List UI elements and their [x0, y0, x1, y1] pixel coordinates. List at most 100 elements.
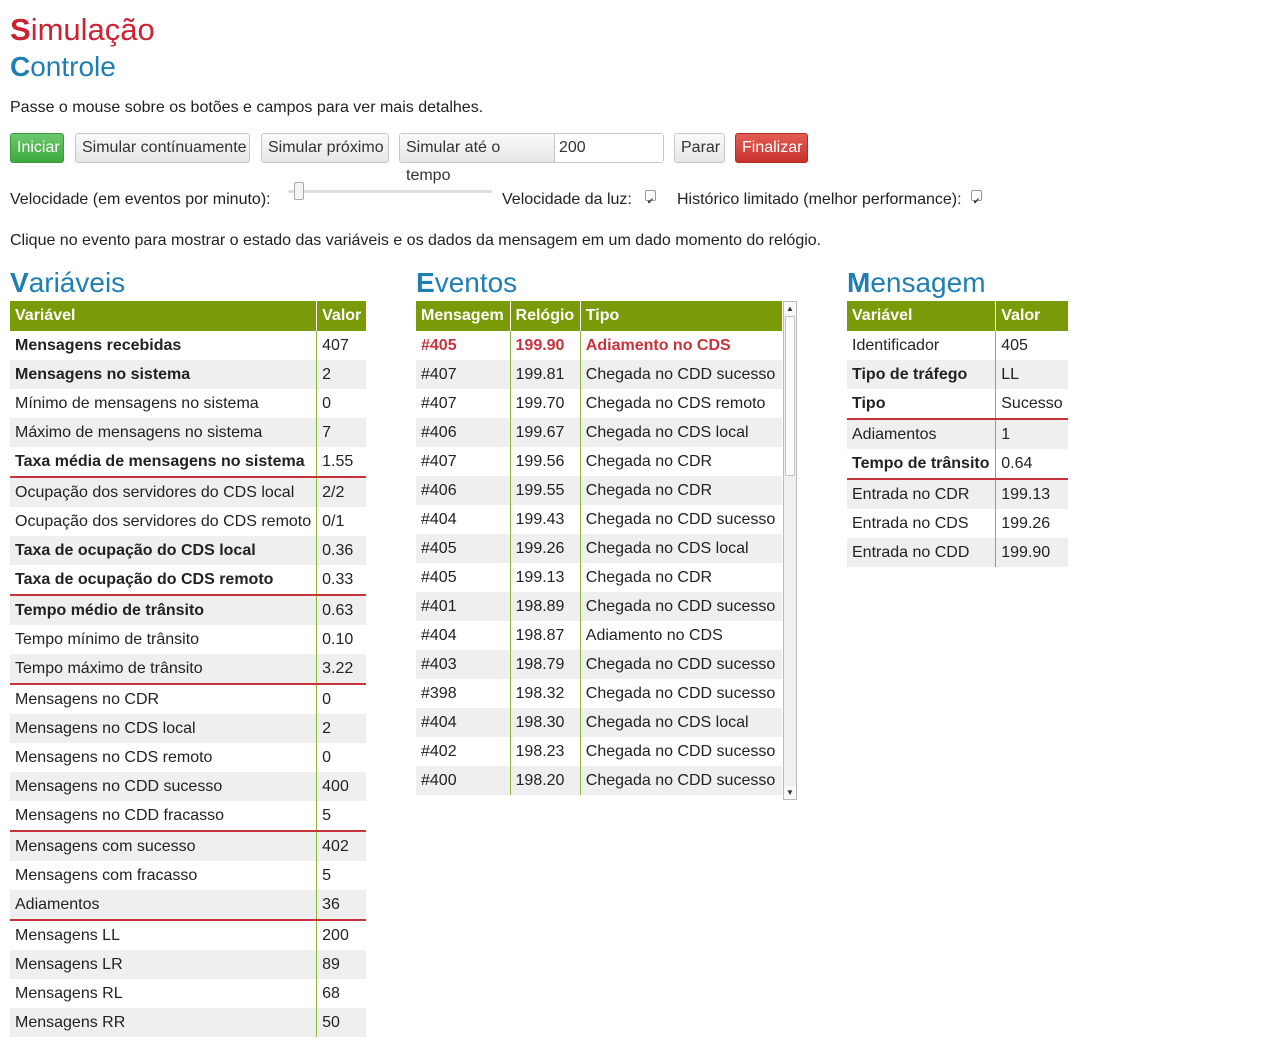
table-row: Mensagens RL 68 — [10, 979, 367, 1008]
event-row[interactable]: #407 199.56 Chegada no CDR — [416, 447, 782, 476]
row-value: 199.26 — [995, 509, 1068, 538]
row-label: Adiamentos — [10, 890, 317, 920]
events-title-initial: E — [416, 267, 435, 298]
speed-slider-handle[interactable] — [294, 182, 304, 200]
row-value: 0/1 — [316, 507, 367, 536]
row-value: 200 — [316, 919, 367, 950]
row-label: Tempo médio de trânsito — [10, 594, 317, 625]
event-msg: #403 — [416, 650, 511, 679]
table-row: Entrada no CDR 199.13 — [847, 478, 1068, 509]
row-label: Entrada no CDD — [847, 538, 996, 567]
event-msg: #404 — [416, 505, 511, 534]
row-label: Mensagens no sistema — [10, 360, 317, 389]
finish-button[interactable]: Finalizar — [735, 133, 808, 163]
event-type: Chegada no CDS local — [579, 708, 782, 737]
event-row[interactable]: #407 199.81 Chegada no CDD sucesso — [416, 360, 782, 389]
event-clock: 199.90 — [509, 331, 581, 360]
event-clock: 198.89 — [509, 592, 581, 621]
row-label: Mensagens recebidas — [10, 331, 317, 360]
event-row[interactable]: #400 198.20 Chegada no CDD sucesso — [416, 766, 782, 795]
page-title-initial: S — [10, 12, 31, 47]
event-row[interactable]: #405 199.26 Chegada no CDS local — [416, 534, 782, 563]
row-label: Identificador — [847, 331, 996, 360]
table-row: Tempo mínimo de trânsito 0.10 — [10, 625, 367, 654]
event-row[interactable]: #402 198.23 Chegada no CDD sucesso — [416, 737, 782, 766]
table-row: Ocupação dos servidores do CDS local 2/2 — [10, 476, 367, 507]
speed-label: Velocidade (em eventos por minuto): — [10, 191, 271, 208]
table-row: Mensagens no CDS local 2 — [10, 714, 367, 743]
event-clock: 199.56 — [509, 447, 581, 476]
scroll-up-icon[interactable]: ▲ — [784, 302, 796, 315]
simulate-next-button[interactable]: Simular próximo — [261, 133, 389, 163]
row-label: Taxa de ocupação do CDS remoto — [10, 565, 317, 595]
event-clock: 198.30 — [509, 708, 581, 737]
row-value: 1.55 — [316, 447, 367, 477]
event-msg: #402 — [416, 737, 511, 766]
stop-button[interactable]: Parar — [674, 133, 725, 163]
table-row: Taxa de ocupação do CDS local 0.36 — [10, 536, 367, 565]
row-label: Mensagens LR — [10, 950, 317, 979]
event-clock: 198.23 — [509, 737, 581, 766]
row-label: Mensagens no CDD fracasso — [10, 801, 317, 831]
event-type: Adiamento no CDS — [579, 331, 782, 360]
row-value: 3.22 — [316, 654, 367, 684]
message-title-initial: M — [847, 267, 871, 298]
events-hint: Clique no evento para mostrar o estado d… — [10, 232, 822, 249]
simulate-continuous-button[interactable]: Simular contínuamente — [75, 133, 250, 163]
event-msg: #400 — [416, 766, 511, 795]
event-row[interactable]: #398 198.32 Chegada no CDD sucesso — [416, 679, 782, 708]
event-row[interactable]: #406 199.67 Chegada no CDS local — [416, 418, 782, 447]
event-row[interactable]: #404 198.30 Chegada no CDS local — [416, 708, 782, 737]
row-label: Mensagens no CDS remoto — [10, 743, 317, 772]
event-row[interactable]: #404 199.43 Chegada no CDD sucesso — [416, 505, 782, 534]
column-header: Mensagem — [416, 301, 511, 331]
table-row: Mensagens recebidas 407 — [10, 331, 367, 360]
light-speed-label: Velocidade da luz: — [502, 191, 632, 208]
row-value: 0 — [316, 389, 367, 418]
event-type: Chegada no CDD sucesso — [579, 592, 782, 621]
event-type: Chegada no CDD sucesso — [579, 766, 782, 795]
row-value: 0 — [316, 743, 367, 772]
row-label: Tipo de tráfego — [847, 360, 996, 389]
event-row[interactable]: #403 198.79 Chegada no CDD sucesso — [416, 650, 782, 679]
scroll-down-icon[interactable]: ▼ — [784, 786, 796, 799]
event-msg: #404 — [416, 708, 511, 737]
table-row: Mensagens RR 50 — [10, 1008, 367, 1037]
simulate-until-button[interactable]: Simular até o tempo — [400, 134, 555, 184]
row-label: Mensagens LL — [10, 919, 317, 950]
table-row: Mensagens com fracasso 5 — [10, 861, 367, 890]
table-row: Taxa de ocupação do CDS remoto 0.33 — [10, 565, 367, 595]
table-row: Mensagens no CDD sucesso 400 — [10, 772, 367, 801]
light-speed-checkbox[interactable]: ✔ — [645, 190, 656, 206]
row-value: 7 — [316, 418, 367, 447]
speed-slider[interactable] — [288, 182, 492, 200]
table-row: Tipo de tráfego LL — [847, 360, 1068, 389]
page-title: Simulação — [10, 12, 155, 48]
simulate-until-input[interactable] — [555, 134, 663, 162]
page-title-rest: imulação — [30, 12, 155, 47]
table-row: Tempo de trânsito 0.64 — [847, 449, 1068, 479]
row-label: Mensagens no CDS local — [10, 714, 317, 743]
variables-title-initial: V — [10, 267, 29, 298]
events-list[interactable]: Mensagem Relógio Tipo #405 199.90 Adiament… — [416, 301, 797, 800]
event-row[interactable]: #404 198.87 Adiamento no CDS — [416, 621, 782, 650]
row-value: 407 — [316, 331, 367, 360]
variables-title-rest: ariáveis — [28, 267, 126, 298]
row-label: Taxa média de mensagens no sistema — [10, 447, 317, 477]
row-value: 400 — [316, 772, 367, 801]
message-title: Mensagem — [847, 267, 986, 299]
event-row[interactable]: #405 199.90 Adiamento no CDS — [416, 331, 782, 360]
event-row[interactable]: #405 199.13 Chegada no CDR — [416, 563, 782, 592]
scroll-thumb[interactable] — [785, 316, 795, 476]
row-label: Mensagens no CDD sucesso — [10, 772, 317, 801]
limited-history-checkbox[interactable]: ✔ — [971, 190, 982, 206]
events-scrollbar[interactable]: ▲ ▼ — [783, 301, 797, 800]
event-row[interactable]: #406 199.55 Chegada no CDR — [416, 476, 782, 505]
start-button[interactable]: Iniciar — [10, 133, 64, 163]
row-value: LL — [995, 360, 1068, 389]
event-row[interactable]: #401 198.89 Chegada no CDD sucesso — [416, 592, 782, 621]
event-row[interactable]: #407 199.70 Chegada no CDS remoto — [416, 389, 782, 418]
event-msg: #407 — [416, 360, 511, 389]
row-label: Tempo de trânsito — [847, 449, 996, 479]
table-row: Ocupação dos servidores do CDS remoto 0/1 — [10, 507, 367, 536]
